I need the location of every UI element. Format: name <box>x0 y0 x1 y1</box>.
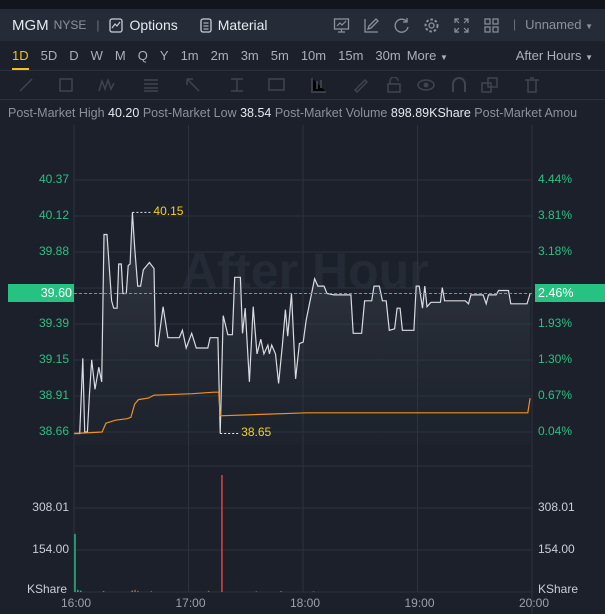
current-price-badge: 39.60 <box>8 284 74 303</box>
time-axis-tick: 20:00 <box>518 596 550 610</box>
time-axis-tick: 19:00 <box>404 596 435 610</box>
price-axis-tick: 39.88 <box>38 244 69 258</box>
percent-axis-tick: 3.18% <box>538 244 573 258</box>
percent-axis-tick: 0.67% <box>538 388 573 402</box>
price-axis-tick: 40.12 <box>38 208 69 222</box>
volume-axis-tick: 308.01 <box>32 499 69 514</box>
price-axis-tick: 38.66 <box>38 424 69 438</box>
percent-axis-tick: 1.30% <box>538 352 573 366</box>
volume-axis-tick: 154.00 <box>32 542 69 556</box>
current-percent-badge: 2.46% <box>535 284 605 303</box>
volume-unit-label-right: KShare <box>538 582 579 596</box>
time-axis-tick: 17:00 <box>175 596 206 610</box>
volume-unit-label: KShare <box>27 582 68 596</box>
price-axis-tick: 39.15 <box>38 352 69 366</box>
time-axis-tick: 16:00 <box>60 596 92 610</box>
percent-axis-tick: 1.93% <box>538 316 573 330</box>
volume-axis-tick-right: 308.01 <box>538 499 575 514</box>
high-marker-label: 40.15 <box>153 204 184 219</box>
volume-axis-tick-right: 154.00 <box>538 542 575 556</box>
percent-axis-tick: 3.81% <box>538 208 573 222</box>
percent-axis-tick: 0.04% <box>538 424 573 438</box>
price-axis-tick: 40.37 <box>38 172 69 186</box>
watermark: After Hour <box>181 243 428 299</box>
time-axis-tick: 18:00 <box>289 596 321 610</box>
price-axis-tick: 38.91 <box>38 388 69 402</box>
low-marker-label: 38.65 <box>241 425 272 440</box>
percent-axis-tick: 4.44% <box>538 172 573 186</box>
price-chart[interactable]: After Hour <box>0 0 605 614</box>
price-axis-tick: 39.39 <box>38 316 69 330</box>
